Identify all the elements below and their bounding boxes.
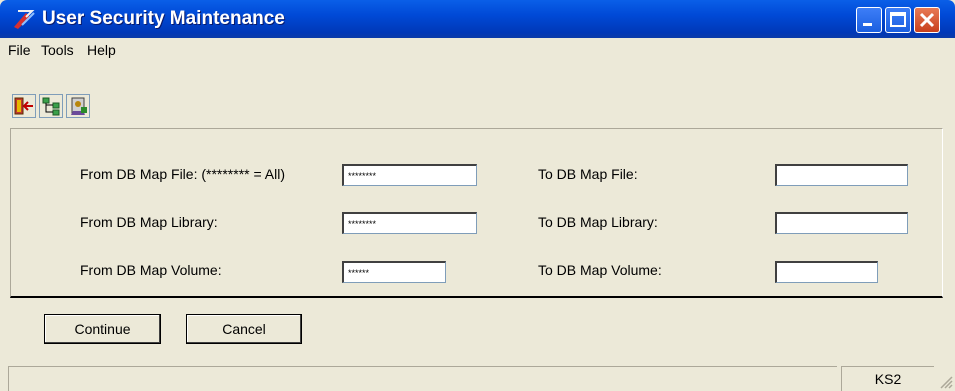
exit-icon — [14, 97, 33, 115]
from-library-label: From DB Map Library: — [80, 214, 218, 230]
from-volume-input[interactable] — [342, 261, 446, 283]
minimize-icon — [863, 23, 872, 26]
tree-icon — [42, 97, 60, 116]
maximize-button[interactable] — [885, 7, 911, 33]
security-button[interactable] — [66, 94, 90, 118]
menu-file[interactable]: File — [8, 42, 31, 58]
resize-grip-icon[interactable] — [937, 373, 953, 389]
to-volume-input[interactable] — [775, 261, 878, 283]
status-cell: KS2 — [841, 366, 934, 391]
menu-help[interactable]: Help — [87, 42, 116, 58]
exit-button[interactable] — [12, 94, 36, 118]
to-library-label: To DB Map Library: — [538, 214, 658, 230]
app-icon — [14, 10, 35, 29]
to-file-label: To DB Map File: — [538, 166, 638, 182]
from-file-input[interactable] — [342, 164, 477, 186]
close-icon — [919, 12, 935, 28]
minimize-button[interactable] — [856, 7, 882, 33]
status-message — [8, 366, 837, 391]
menu-tools[interactable]: Tools — [41, 42, 74, 58]
security-icon — [71, 97, 87, 115]
from-file-label: From DB Map File: (******** = All) — [80, 166, 286, 182]
close-button[interactable] — [914, 7, 940, 33]
cancel-button[interactable]: Cancel — [186, 314, 302, 344]
menu-bar: File Tools Help — [0, 38, 955, 62]
status-bar: KS2 — [0, 362, 955, 391]
maximize-icon — [890, 12, 906, 27]
title-bar[interactable]: User Security Maintenance — [0, 0, 955, 38]
to-file-input[interactable] — [775, 164, 908, 186]
to-library-input[interactable] — [775, 212, 908, 234]
from-volume-label: From DB Map Volume: — [80, 262, 222, 278]
window-title: User Security Maintenance — [42, 8, 285, 29]
to-volume-label: To DB Map Volume: — [538, 262, 662, 278]
tree-button[interactable] — [39, 94, 63, 118]
continue-button[interactable]: Continue — [44, 314, 161, 344]
from-library-input[interactable] — [342, 212, 477, 234]
